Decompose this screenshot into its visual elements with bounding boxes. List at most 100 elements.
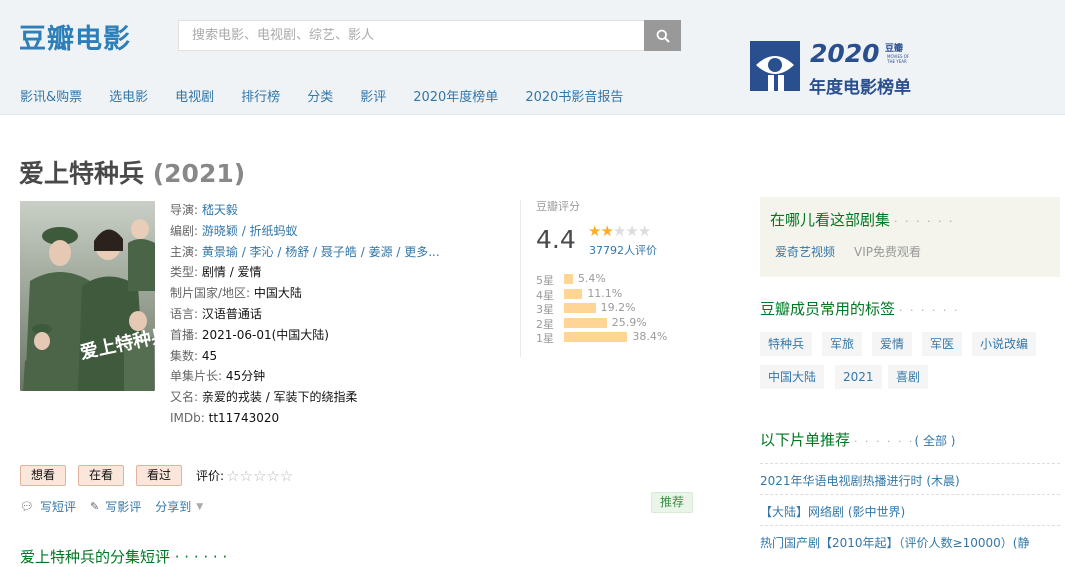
info-label: 类型: — [170, 265, 199, 280]
poster[interactable]: 爱上特种兵 — [20, 201, 155, 391]
search-button[interactable] — [644, 20, 681, 51]
iqiyi-link[interactable]: 爱奇艺视频 — [775, 243, 835, 260]
lists-title-text: 以下片单推荐 — [760, 431, 851, 449]
lists-dots: · · · · · · — [854, 435, 915, 448]
info-label: 集数: — [170, 348, 199, 363]
episodes-value: 45 — [201, 348, 218, 363]
info-label: IMDb: — [170, 410, 205, 425]
release-value: 2021-06-01(中国大陆) — [201, 327, 329, 342]
info-label: 单集片长: — [170, 369, 223, 384]
action-bar: 想看 在看 看过 评价: ☆☆☆☆☆ — [20, 465, 293, 486]
info-imdb: IMDb: tt11743020 — [170, 408, 440, 429]
subject-info: 导演: 嵇天毅 编剧: 游晓颖 / 折纸蚂蚁 主演: 黄景瑜 / 李沁 / 杨舒… — [170, 200, 440, 429]
poster-image: 爱上特种兵 — [20, 201, 155, 391]
info-genre: 类型: 剧情 / 爱情 — [170, 262, 440, 283]
star-icon: ★ — [612, 222, 626, 240]
annual-list-banner[interactable]: 2020 豆瓣 MOVIES OF THE YEAR 年度电影榜单 — [748, 37, 918, 98]
runtime-value: 45分钟 — [225, 369, 266, 384]
tag-item[interactable]: 军旅 — [822, 332, 863, 356]
tag-item[interactable]: 喜剧 — [888, 365, 929, 389]
rating-bar-fill — [564, 303, 596, 313]
info-director: 导演: 嵇天毅 — [170, 200, 440, 221]
rating-label: 豆瓣评分 — [536, 200, 580, 213]
nav-item-reviews[interactable]: 影评 — [360, 86, 386, 105]
tag-item[interactable]: 2021 — [835, 365, 882, 389]
search-input[interactable] — [178, 20, 644, 51]
star-icon: ★ — [625, 222, 638, 240]
watch-dots: · · · · · · — [894, 215, 955, 228]
star-icon: ★ — [600, 222, 613, 240]
list-item[interactable]: 【大陆】网络剧 (影中世界) — [760, 494, 1060, 525]
tags-dots: · · · · · · — [899, 304, 960, 317]
rating-panel: 豆瓣评分 4.4 ★★★★★ 37792人评价 5星 5.4% 4星 11.1% 3星 1… — [520, 200, 695, 357]
imdb-value: tt11743020 — [208, 410, 280, 425]
tag-item[interactable]: 爱情 — [872, 332, 913, 356]
banner-title: 年度电影榜单 — [809, 78, 911, 98]
info-release: 首播: 2021-06-01(中国大陆) — [170, 325, 440, 346]
rating-bar-fill — [564, 332, 628, 342]
rating-bar-label: 1星 — [536, 332, 554, 345]
watched-button[interactable]: 看过 — [136, 465, 183, 486]
recommend-button[interactable]: 推荐 — [651, 492, 694, 513]
info-label: 首播: — [170, 327, 199, 342]
genre-value: 剧情 / 爱情 — [201, 265, 262, 280]
info-language: 语言: 汉语普通话 — [170, 304, 440, 325]
episode-reviews-heading: 爱上特种兵的分集短评 · · · · · · — [20, 548, 228, 566]
nav-item-movies[interactable]: 选电影 — [109, 86, 148, 105]
cast-links[interactable]: 黄景瑜 / 李沁 / 杨舒 / 聂子皓 / 姜源 / 更多... — [202, 245, 440, 259]
write-short-review-label: 写短评 — [39, 500, 76, 514]
info-label: 语言: — [170, 306, 199, 321]
rating-bar-fill — [564, 317, 607, 328]
info-writers: 编剧: 游晓颖 / 折纸蚂蚁 — [170, 221, 440, 242]
where-to-watch-title-text: 在哪儿看这部剧集 — [770, 211, 891, 229]
where-to-watch-box: 在哪儿看这部剧集 · · · · · · 爱奇艺视频 VIP免费观看 — [760, 197, 1060, 277]
comment-icon: 💬︎ — [20, 500, 34, 513]
country-value: 中国大陆 — [253, 286, 302, 301]
aka-value: 亲爱的戎装 / 军装下的绕指柔 — [201, 390, 358, 405]
rating-bar-percent: 11.1% — [587, 286, 623, 300]
info-aka: 又名: 亲爱的戎装 / 军装下的绕指柔 — [170, 387, 440, 408]
info-label: 主演: — [170, 244, 199, 259]
douban-movie-logo[interactable]: 豆瓣电影 — [19, 17, 131, 56]
vip-free-label: VIP免费观看 — [854, 245, 921, 259]
rating-bar-percent: 38.4% — [632, 330, 668, 343]
nav-item-tv[interactable]: 电视剧 — [175, 86, 214, 105]
main-nav: 影讯&购票 选电影 电视剧 排行榜 分类 影评 2020年度榜单 2020书影音… — [20, 86, 650, 105]
write-review-link[interactable]: ✎ 写影评 — [90, 498, 141, 515]
info-label: 制片国家/地区: — [170, 286, 251, 301]
share-dropdown[interactable]: 分享到 ▼ — [155, 498, 209, 515]
tag-item[interactable]: 特种兵 — [760, 332, 813, 356]
rate-stars-input[interactable]: ☆☆☆☆☆ — [226, 467, 293, 485]
director-link[interactable]: 嵇天毅 — [202, 203, 238, 217]
rating-bar-percent: 19.2% — [600, 301, 636, 314]
watching-button[interactable]: 在看 — [78, 465, 125, 486]
all-lists-link[interactable]: ( 全部 ) — [914, 434, 955, 448]
info-label: 导演: — [170, 203, 199, 217]
tag-item[interactable]: 军医 — [922, 332, 963, 356]
writer-links[interactable]: 游晓颖 / 折纸蚂蚁 — [202, 224, 298, 238]
list-item[interactable]: 热门国产剧【2010年起】（评价人数≥10000）(静 — [760, 525, 1060, 556]
pencil-icon: ✎ — [89, 500, 100, 513]
rating-votes[interactable]: 37792人评价 — [589, 242, 657, 258]
nav-item-tickets[interactable]: 影讯&购票 — [20, 86, 82, 105]
list-item[interactable]: 2021年华语电视剧热播进行时 (木晨) — [760, 463, 1060, 494]
tag-item[interactable]: 小说改编 — [972, 332, 1037, 356]
rating-score: 4.4 — [536, 225, 576, 254]
recommended-lists: 2021年华语电视剧热播进行时 (木晨) 【大陆】网络剧 (影中世界) 热门国产… — [760, 463, 1060, 556]
info-label: 又名: — [170, 390, 199, 405]
nav-item-categories[interactable]: 分类 — [307, 86, 333, 105]
want-to-watch-button[interactable]: 想看 — [20, 465, 67, 486]
tags-section-title: 豆瓣成员常用的标签 · · · · · · — [760, 298, 959, 319]
info-label: 编剧: — [170, 223, 199, 238]
nav-item-rankings[interactable]: 排行榜 — [241, 86, 280, 105]
douban-eye-logo-icon — [750, 41, 800, 91]
language-value: 汉语普通话 — [201, 306, 262, 321]
write-short-review-link[interactable]: 💬︎ 写短评 — [20, 498, 76, 515]
nav-item-2020-report[interactable]: 2020书影音报告 — [525, 86, 623, 105]
search-icon — [656, 29, 670, 43]
nav-item-2020-annual-list[interactable]: 2020年度榜单 — [413, 86, 498, 105]
lists-section-title: 以下片单推荐 · · · · · ·( 全部 ) — [760, 429, 955, 450]
subject-title: 爱上特种兵 — [19, 159, 145, 188]
info-cast: 主演: 黄景瑜 / 李沁 / 杨舒 / 聂子皓 / 姜源 / 更多... — [170, 242, 440, 263]
tag-item[interactable]: 中国大陆 — [760, 365, 825, 389]
